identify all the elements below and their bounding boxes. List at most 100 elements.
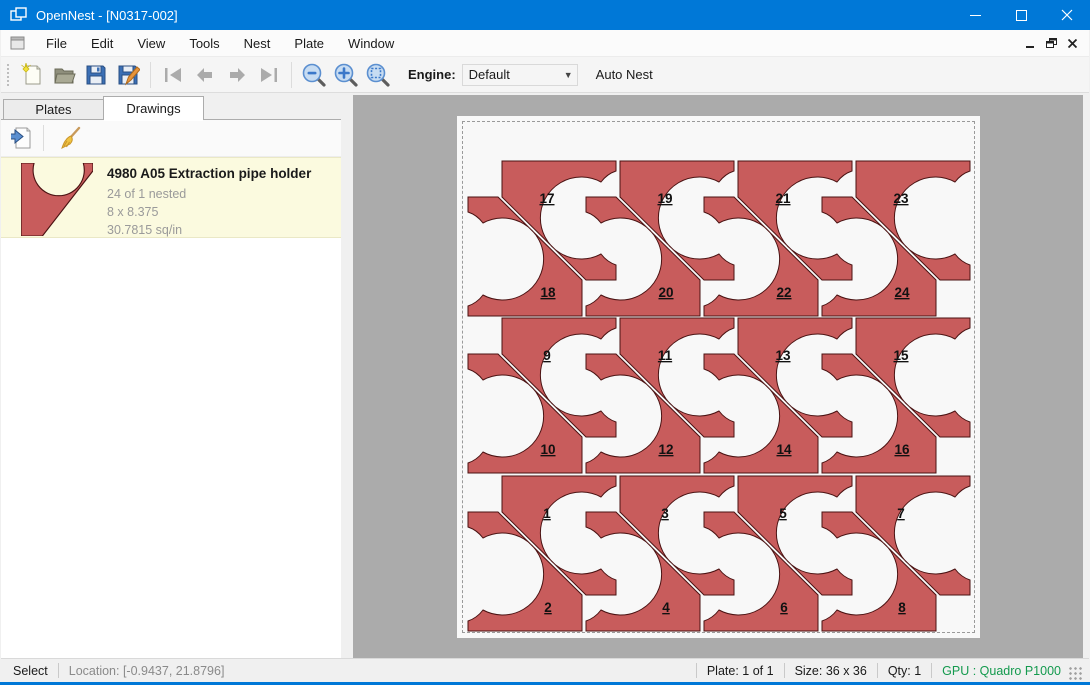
import-drawing-button[interactable] — [7, 123, 39, 153]
nav-last-icon — [257, 63, 281, 87]
drawing-dimensions: 8 x 8.375 — [107, 203, 311, 221]
save-icon — [84, 63, 108, 87]
app-icon — [10, 7, 27, 24]
nav-next-button[interactable] — [221, 60, 253, 90]
toolbar-grip[interactable] — [6, 63, 10, 87]
status-cell: Qty: 1 — [888, 664, 921, 678]
menu-tools[interactable]: Tools — [177, 32, 231, 55]
mdi-minimize-icon — [1026, 39, 1035, 48]
menu-items: FileEditViewToolsNestPlateWindow — [34, 32, 406, 55]
drawing-title: 4980 A05 Extraction pipe holder — [107, 166, 311, 181]
drawing-list-item[interactable]: 4980 A05 Extraction pipe holder 24 of 1 … — [1, 157, 341, 238]
nav-last-button[interactable] — [253, 60, 285, 90]
save-as-button[interactable] — [112, 60, 144, 90]
panel-toolbar-separator — [43, 125, 44, 151]
panel-splitter[interactable] — [341, 95, 353, 658]
engine-label: Engine: — [408, 67, 456, 82]
panel-tabstrip: Plates Drawings — [1, 95, 341, 120]
tab-plates[interactable]: Plates — [3, 99, 103, 120]
part-number-label: 8 — [898, 600, 906, 615]
menu-edit[interactable]: Edit — [79, 32, 125, 55]
part-number-label: 7 — [897, 506, 905, 521]
status-separator — [877, 663, 878, 678]
mdi-minimize-button[interactable] — [1020, 33, 1041, 53]
zoom-in-button[interactable] — [330, 60, 362, 90]
auto-nest-button[interactable]: Auto Nest — [590, 63, 659, 86]
new-file-button[interactable] — [16, 60, 48, 90]
part-number-label: 22 — [776, 285, 791, 300]
zoom-out-button[interactable] — [298, 60, 330, 90]
part-number-label: 13 — [775, 348, 791, 363]
part-number-label: 12 — [658, 442, 673, 457]
part-number-label: 3 — [661, 506, 669, 521]
part-number-label: 4 — [662, 600, 670, 615]
part-number-label: 9 — [543, 348, 551, 363]
panel-toolbar — [1, 120, 341, 157]
part-number-label: 6 — [780, 600, 788, 615]
part-number-label: 17 — [539, 191, 554, 206]
canvas-right-strip — [1084, 95, 1090, 658]
clean-icon — [58, 126, 82, 150]
mdi-close-button[interactable] — [1062, 33, 1083, 53]
save-as-icon — [116, 63, 140, 87]
drawing-area: 30.7815 sq/in — [107, 221, 311, 239]
nested-parts: 171921231820222491113151012141613572468 — [462, 121, 975, 633]
drawing-thumbnail — [21, 163, 93, 236]
new-file-icon — [20, 63, 44, 87]
part-number-label: 23 — [893, 191, 909, 206]
status-separator — [784, 663, 785, 678]
toolbar-separator — [150, 62, 151, 88]
resize-grip-icon[interactable] — [1069, 667, 1083, 681]
status-cell: Plate: 1 of 1 — [707, 664, 774, 678]
mdi-controls — [1020, 33, 1089, 53]
plate-sheet: 171921231820222491113151012141613572468 — [457, 116, 980, 638]
status-bar: Select Location: [-0.9437, 21.8796] Plat… — [1, 658, 1089, 682]
menu-nest[interactable]: Nest — [232, 32, 283, 55]
tab-drawings[interactable]: Drawings — [103, 96, 204, 120]
nav-first-icon — [161, 63, 185, 87]
menu-file[interactable]: File — [34, 32, 79, 55]
status-location: Location: [-0.9437, 21.8796] — [69, 664, 225, 678]
mdi-close-icon — [1068, 39, 1077, 48]
maximize-icon — [1016, 10, 1027, 21]
part-number-label: 18 — [540, 285, 556, 300]
drawing-info: 4980 A05 Extraction pipe holder 24 of 1 … — [107, 158, 311, 237]
toolbar-separator — [291, 62, 292, 88]
part-number-label: 1 — [543, 506, 551, 521]
minimize-button[interactable] — [952, 0, 998, 30]
part-number-label: 24 — [894, 285, 910, 300]
zoom-fit-button[interactable] — [362, 60, 394, 90]
part-number-label: 16 — [894, 442, 910, 457]
menu-view[interactable]: View — [125, 32, 177, 55]
status-separator — [696, 663, 697, 678]
menu-plate[interactable]: Plate — [282, 32, 336, 55]
menu-window[interactable]: Window — [336, 32, 406, 55]
import-drawing-icon — [11, 126, 35, 150]
maximize-button[interactable] — [998, 0, 1044, 30]
mdi-document-icon — [10, 36, 26, 50]
close-button[interactable] — [1044, 0, 1090, 30]
mdi-restore-button[interactable] — [1041, 33, 1062, 53]
open-file-icon — [52, 63, 76, 87]
status-cell: Size: 36 x 36 — [795, 664, 867, 678]
status-separator — [931, 663, 932, 678]
status-mode: Select — [13, 664, 48, 678]
part-number-label: 19 — [657, 191, 672, 206]
nav-prev-button[interactable] — [189, 60, 221, 90]
mdi-restore-icon — [1046, 38, 1057, 48]
part-number-label: 2 — [544, 600, 552, 615]
clean-button[interactable] — [54, 123, 86, 153]
engine-combobox[interactable]: Default ▼ — [462, 64, 578, 86]
close-icon — [1061, 9, 1073, 21]
drawing-nested-count: 24 of 1 nested — [107, 185, 311, 203]
open-file-button[interactable] — [48, 60, 80, 90]
nav-next-icon — [225, 63, 249, 87]
nest-canvas[interactable]: 171921231820222491113151012141613572468 — [353, 95, 1083, 658]
save-button[interactable] — [80, 60, 112, 90]
engine-value: Default — [463, 67, 560, 82]
nav-first-button[interactable] — [157, 60, 189, 90]
minimize-icon — [970, 10, 981, 21]
part-number-label: 20 — [658, 285, 673, 300]
main-toolbar: Engine: Default ▼ Auto Nest — [1, 57, 1089, 93]
part-number-label: 14 — [776, 442, 792, 457]
